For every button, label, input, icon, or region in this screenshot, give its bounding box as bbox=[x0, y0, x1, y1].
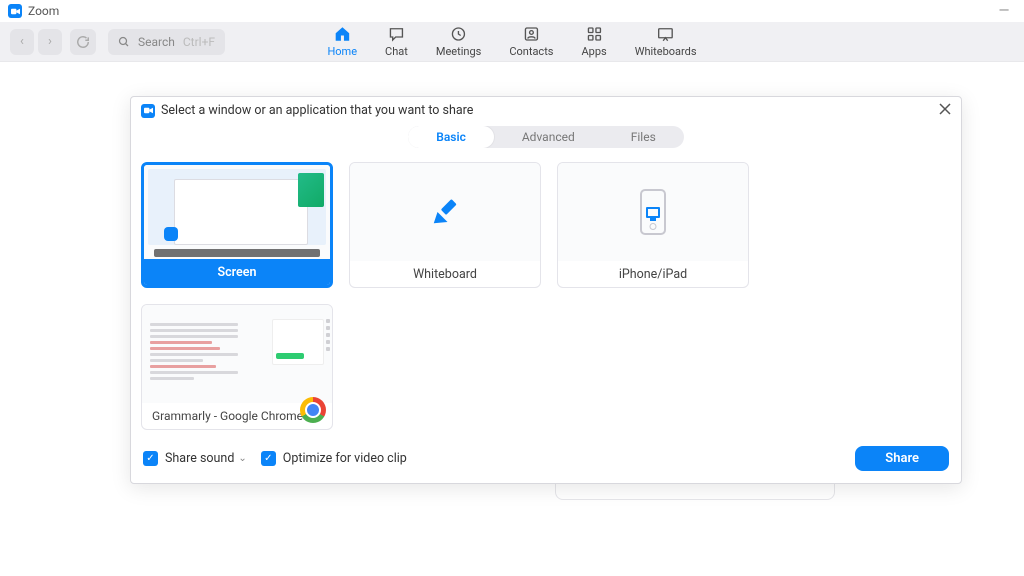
share-option-app-chrome[interactable]: Grammarly - Google Chrome bbox=[141, 304, 333, 430]
share-sound-dropdown[interactable]: ⌄ bbox=[238, 453, 246, 464]
apps-icon bbox=[585, 25, 603, 43]
nav-chat[interactable]: Chat bbox=[385, 25, 408, 61]
main-nav: Home Chat Meetings Contacts Apps Whitebo… bbox=[327, 22, 696, 61]
home-icon bbox=[333, 25, 351, 43]
window-titlebar: Zoom — bbox=[0, 0, 1024, 22]
optimize-video-label: Optimize for video clip bbox=[283, 451, 407, 466]
search-shortcut: Ctrl+F bbox=[183, 35, 215, 49]
share-options-grid: Screen Whiteboard iPhone/iPad bbox=[131, 148, 961, 438]
dialog-header: Select a window or an application that y… bbox=[131, 97, 961, 124]
clock-icon bbox=[450, 25, 468, 43]
dialog-footer: ✓ Share sound ⌄ ✓ Optimize for video cli… bbox=[131, 438, 961, 483]
minimize-icon[interactable]: — bbox=[992, 3, 1016, 19]
whiteboard-thumbnail bbox=[350, 163, 540, 261]
phone-icon bbox=[640, 189, 666, 235]
forward-button[interactable]: › bbox=[38, 29, 62, 55]
share-sound-label: Share sound bbox=[165, 451, 234, 466]
share-option-label: Screen bbox=[144, 259, 330, 285]
share-screen-dialog: Select a window or an application that y… bbox=[130, 96, 962, 484]
nav-contacts[interactable]: Contacts bbox=[509, 25, 553, 61]
nav-apps[interactable]: Apps bbox=[581, 25, 606, 61]
tab-files[interactable]: Files bbox=[603, 126, 684, 148]
dialog-title: Select a window or an application that y… bbox=[161, 103, 473, 118]
tab-advanced[interactable]: Advanced bbox=[494, 126, 603, 148]
share-option-whiteboard[interactable]: Whiteboard bbox=[349, 162, 541, 288]
history-nav: ‹ › bbox=[10, 29, 62, 55]
search-box[interactable]: Search Ctrl+F bbox=[108, 29, 225, 55]
app-title: Zoom bbox=[28, 4, 59, 18]
optimize-video-checkbox[interactable]: ✓ bbox=[261, 451, 276, 466]
chrome-icon bbox=[300, 397, 326, 423]
chat-icon bbox=[387, 25, 405, 43]
share-option-screen[interactable]: Screen bbox=[141, 162, 333, 288]
nav-meetings[interactable]: Meetings bbox=[436, 25, 481, 61]
airplay-icon bbox=[646, 207, 660, 218]
search-placeholder: Search bbox=[138, 35, 175, 49]
iphone-thumbnail bbox=[558, 163, 748, 261]
close-button[interactable] bbox=[939, 103, 951, 119]
share-sound-checkbox[interactable]: ✓ bbox=[143, 451, 158, 466]
back-button[interactable]: ‹ bbox=[10, 29, 34, 55]
nav-whiteboards[interactable]: Whiteboards bbox=[635, 25, 697, 61]
contacts-icon bbox=[522, 25, 540, 43]
screen-thumbnail bbox=[144, 165, 330, 259]
main-toolbar: ‹ › Search Ctrl+F Home Chat Meetings Con… bbox=[0, 22, 1024, 62]
tab-basic[interactable]: Basic bbox=[408, 126, 494, 148]
refresh-button[interactable] bbox=[70, 29, 96, 55]
app-window-thumbnail bbox=[142, 305, 332, 403]
share-mode-tabs: Basic Advanced Files bbox=[131, 126, 961, 148]
whiteboard-icon bbox=[657, 25, 675, 43]
share-option-label: iPhone/iPad bbox=[558, 261, 748, 287]
pencil-icon bbox=[430, 197, 460, 227]
zoom-logo-icon bbox=[141, 104, 155, 118]
share-button[interactable]: Share bbox=[855, 446, 949, 471]
share-option-iphone-ipad[interactable]: iPhone/iPad bbox=[557, 162, 749, 288]
search-icon bbox=[118, 36, 130, 48]
zoom-logo-icon bbox=[8, 4, 22, 18]
share-option-label: Whiteboard bbox=[350, 261, 540, 287]
close-icon bbox=[939, 103, 951, 115]
nav-home[interactable]: Home bbox=[327, 25, 357, 61]
